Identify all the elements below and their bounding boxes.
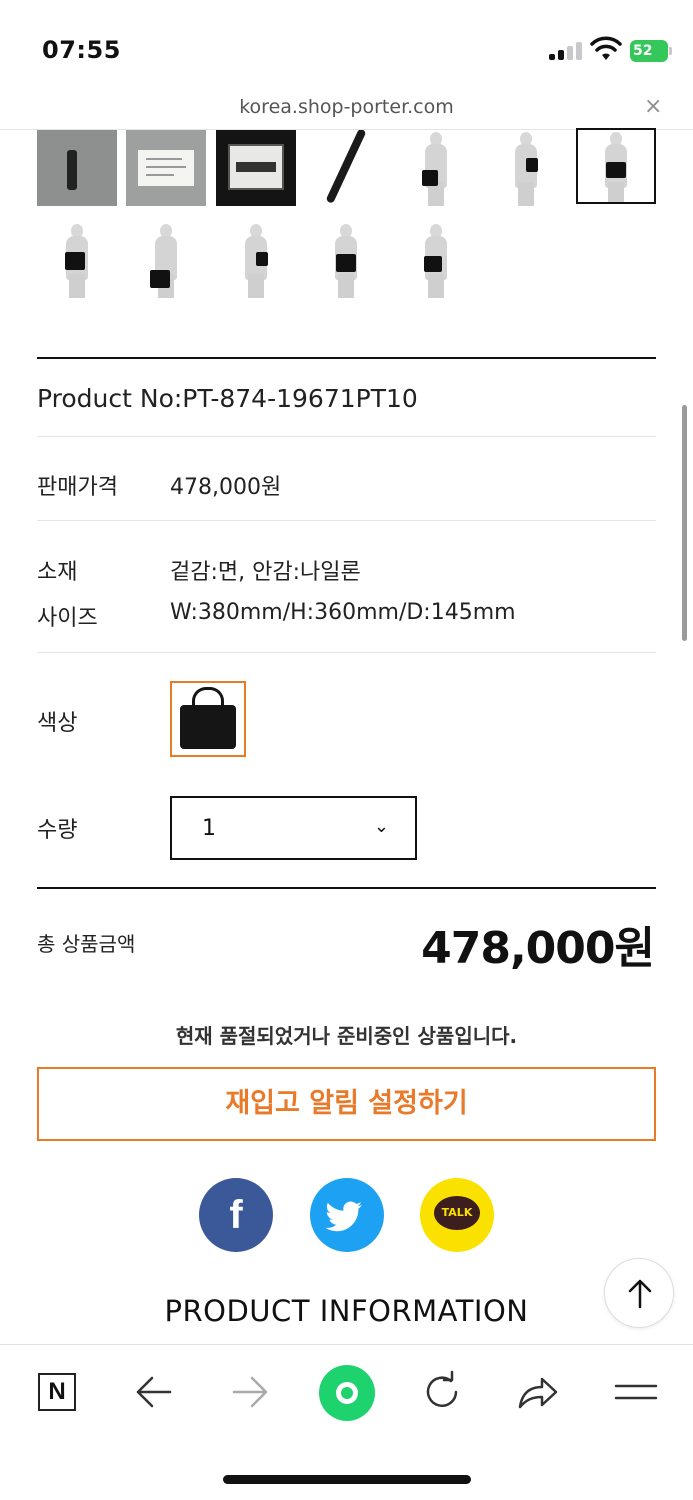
thumbnail-image[interactable] <box>306 130 386 206</box>
total-label: 총 상품금액 <box>37 932 136 956</box>
close-icon[interactable]: × <box>644 94 662 119</box>
kakaotalk-icon: TALK <box>434 1196 480 1230</box>
row-divider <box>37 436 656 437</box>
product-number: Product No:PT-874-19671PT10 <box>37 384 418 413</box>
menu-icon <box>614 1384 658 1400</box>
thumbnail-image[interactable] <box>37 130 117 206</box>
row-divider <box>37 520 656 521</box>
material-value: 겉감:면, 안감:나일론 <box>170 560 361 585</box>
thumbnail-image[interactable] <box>126 130 206 206</box>
restock-alert-button[interactable]: 재입고 알림 설정하기 <box>37 1067 656 1141</box>
section-title: PRODUCT INFORMATION <box>164 1294 529 1328</box>
thumbnail-image[interactable] <box>396 130 476 206</box>
battery-tip <box>669 47 672 55</box>
refresh-icon <box>426 1370 458 1407</box>
home-indicator <box>223 1475 471 1484</box>
signal-icon <box>549 42 583 60</box>
kakaotalk-share-button[interactable]: TALK <box>420 1178 494 1252</box>
quantity-value: 1 <box>202 816 216 841</box>
thumbnail-image[interactable] <box>126 222 206 298</box>
menu-button[interactable] <box>608 1367 664 1417</box>
color-swatch-black[interactable] <box>170 681 246 757</box>
status-bar: 07:55 52 <box>0 0 693 88</box>
share-arrow-icon <box>518 1377 558 1409</box>
material-label: 소재 <box>37 560 78 585</box>
thumbnail-image-selected[interactable] <box>576 128 656 204</box>
twitter-icon <box>325 1201 362 1232</box>
thumbnail-image[interactable] <box>396 222 476 298</box>
thumbnail-image[interactable] <box>216 222 296 298</box>
battery-icon: 52 <box>630 40 668 62</box>
quantity-label: 수량 <box>37 818 78 843</box>
scroll-to-top-button[interactable] <box>604 1258 674 1328</box>
naver-button[interactable]: N <box>30 1367 86 1417</box>
size-label: 사이즈 <box>37 606 98 631</box>
soldout-message: 현재 품절되었거나 준비중인 상품입니다. <box>175 1024 518 1048</box>
section-divider <box>37 887 656 889</box>
thumbnail-image[interactable] <box>37 222 117 298</box>
facebook-share-button[interactable]: f <box>199 1178 273 1252</box>
quantity-select[interactable]: 1 ⌄ <box>170 796 417 860</box>
thumbnail-image[interactable] <box>486 130 566 206</box>
price-value: 478,000원 <box>170 475 282 500</box>
section-divider <box>37 357 656 359</box>
price-label: 판매가격 <box>37 475 118 500</box>
forward-button[interactable] <box>222 1367 278 1417</box>
share-button[interactable] <box>510 1367 566 1417</box>
wifi-icon <box>590 36 622 60</box>
twitter-share-button[interactable] <box>310 1178 384 1252</box>
thumbnail-image[interactable] <box>306 222 386 298</box>
battery-level: 52 <box>633 43 653 59</box>
arrow-right-icon <box>232 1376 268 1408</box>
chevron-down-icon: ⌄ <box>373 816 389 837</box>
row-divider <box>37 652 656 653</box>
scrollbar[interactable] <box>682 405 687 641</box>
size-value: W:380mm/H:360mm/D:145mm <box>170 600 516 625</box>
url-bar[interactable]: korea.shop-porter.com × <box>0 88 693 130</box>
color-label: 색상 <box>37 711 78 736</box>
back-button[interactable] <box>126 1367 182 1417</box>
facebook-icon: f <box>229 1193 243 1237</box>
total-price: 478,000원 <box>421 923 655 974</box>
thumbnail-image[interactable] <box>216 130 296 206</box>
naver-icon: N <box>38 1373 76 1411</box>
status-time: 07:55 <box>42 36 121 64</box>
arrow-left-icon <box>136 1376 172 1408</box>
url-text[interactable]: korea.shop-porter.com <box>0 96 693 118</box>
home-button[interactable] <box>319 1365 375 1421</box>
arrow-up-icon <box>628 1279 652 1309</box>
home-icon <box>336 1382 358 1404</box>
refresh-button[interactable] <box>414 1367 470 1417</box>
